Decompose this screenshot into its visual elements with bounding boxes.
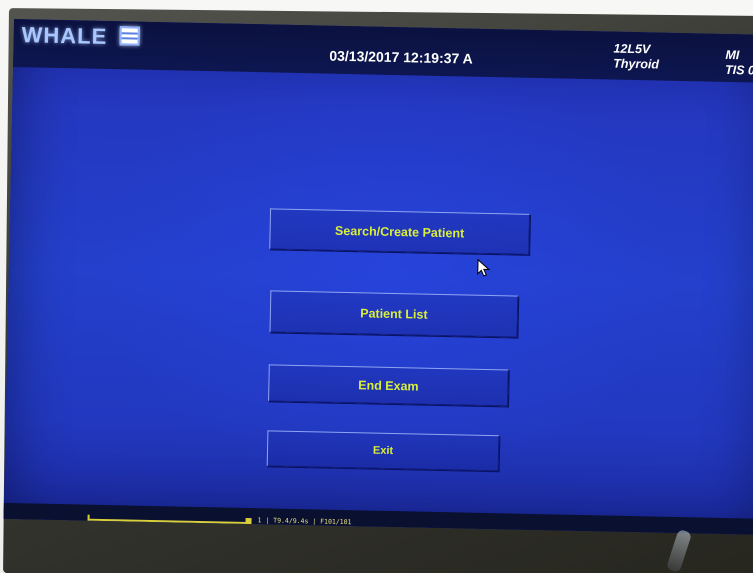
- end-exam-button[interactable]: End Exam: [268, 364, 509, 407]
- tis-label: TIS 0: [724, 62, 753, 78]
- logo-box-icon: [119, 26, 140, 46]
- search-create-patient-button[interactable]: Search/Create Patient: [269, 208, 531, 255]
- probe-name: 12L5V: [613, 41, 651, 57]
- preset-name: Thyroid: [613, 56, 660, 72]
- acoustic-indices: MI TIS 0: [725, 48, 753, 79]
- mi-label: MI: [725, 47, 740, 63]
- brand-logo: WHALE: [21, 22, 108, 49]
- probe-info: 12L5V Thyroid: [613, 42, 659, 73]
- patient-list-button[interactable]: Patient List: [269, 290, 519, 338]
- exit-button[interactable]: Exit: [266, 430, 500, 472]
- date-time: 03/13/2017 12:19:37 A: [329, 47, 473, 67]
- photo-frame: WHALE 03/13/2017 12:19:37 A 12L5V Thyroi…: [0, 0, 753, 573]
- mouse-pointer-icon: [477, 258, 491, 277]
- ultrasound-screen: WHALE 03/13/2017 12:19:37 A 12L5V Thyroi…: [3, 19, 753, 535]
